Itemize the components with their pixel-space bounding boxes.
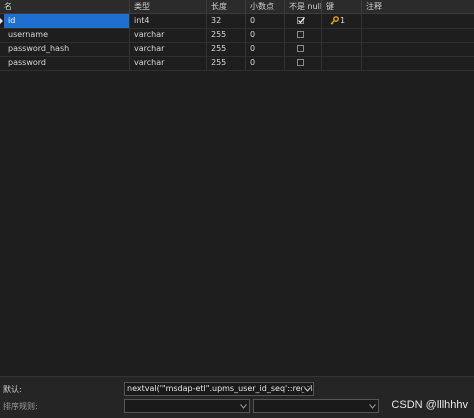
table-row[interactable]: id int4 32 0 1 (0, 14, 474, 29)
not-null-checkbox[interactable] (297, 31, 304, 38)
field-decimal-cell[interactable]: 0 (246, 42, 285, 56)
field-type-cell[interactable]: varchar (130, 56, 207, 70)
default-value-text: nextval('"msdap-etl".upms_user_id_seq'::… (127, 384, 314, 393)
column-header-type[interactable]: 类型 (130, 0, 207, 13)
default-value-combobox[interactable]: nextval('"msdap-etl".upms_user_id_seq'::… (124, 382, 314, 396)
field-length-cell[interactable]: 255 (207, 42, 246, 56)
field-key-cell[interactable] (322, 28, 362, 42)
column-header-name[interactable]: 名 (0, 0, 130, 13)
field-decimal-cell[interactable]: 0 (246, 14, 285, 28)
watermark-text: CSDN @lllhhhv (391, 399, 468, 411)
field-decimal-cell[interactable]: 0 (246, 28, 285, 42)
field-not-null-cell (285, 28, 322, 42)
field-type-cell[interactable]: varchar (130, 42, 207, 56)
field-not-null-cell (285, 42, 322, 56)
table-row[interactable]: password varchar 255 0 (0, 56, 474, 71)
collation-label: 排序规则: (3, 402, 38, 411)
field-name-cell[interactable]: id (4, 14, 130, 28)
chevron-down-icon[interactable] (240, 404, 247, 409)
field-not-null-cell (285, 56, 322, 70)
default-label: 默认: (3, 385, 22, 394)
key-order: 1 (340, 16, 346, 25)
column-header-key[interactable]: 键 (322, 0, 362, 13)
field-key-cell[interactable]: 1 (322, 14, 362, 28)
grid-header: 名 类型 长度 小数点 不是 null 键 注释 (0, 0, 474, 14)
field-name-cell[interactable]: password (4, 56, 130, 70)
not-null-checkbox[interactable] (297, 45, 304, 52)
not-null-checkbox[interactable] (297, 17, 305, 24)
field-not-null-cell (285, 14, 322, 28)
collation-name-combobox[interactable] (253, 399, 379, 413)
field-decimal-cell[interactable]: 0 (246, 56, 285, 70)
chevron-down-icon[interactable] (369, 404, 376, 409)
primary-key-icon (330, 16, 339, 25)
field-type-cell[interactable]: varchar (130, 28, 207, 42)
field-key-cell[interactable] (322, 42, 362, 56)
field-comment-cell[interactable] (362, 14, 474, 28)
column-header-decimal[interactable]: 小数点 (246, 0, 285, 13)
table-row[interactable]: password_hash varchar 255 0 (0, 42, 474, 57)
column-header-comment[interactable]: 注释 (362, 0, 474, 13)
column-header-not-null[interactable]: 不是 null (285, 0, 322, 13)
field-length-cell[interactable]: 255 (207, 28, 246, 42)
field-length-cell[interactable]: 32 (207, 14, 246, 28)
field-properties-panel: 默认: nextval('"msdap-etl".upms_user_id_se… (0, 376, 474, 418)
field-length-cell[interactable]: 255 (207, 56, 246, 70)
field-comment-cell[interactable] (362, 56, 474, 70)
column-header-length[interactable]: 长度 (207, 0, 246, 13)
field-name-cell[interactable]: password_hash (4, 42, 130, 56)
field-key-cell[interactable] (322, 56, 362, 70)
chevron-down-icon[interactable] (302, 387, 311, 392)
field-type-cell[interactable]: int4 (130, 14, 207, 28)
field-name-cell[interactable]: username (4, 28, 130, 42)
current-row-indicator (0, 18, 3, 24)
field-comment-cell[interactable] (362, 42, 474, 56)
collation-schema-combobox[interactable] (124, 399, 250, 413)
table-row[interactable]: username varchar 255 0 (0, 28, 474, 43)
field-comment-cell[interactable] (362, 28, 474, 42)
not-null-checkbox[interactable] (297, 59, 304, 66)
